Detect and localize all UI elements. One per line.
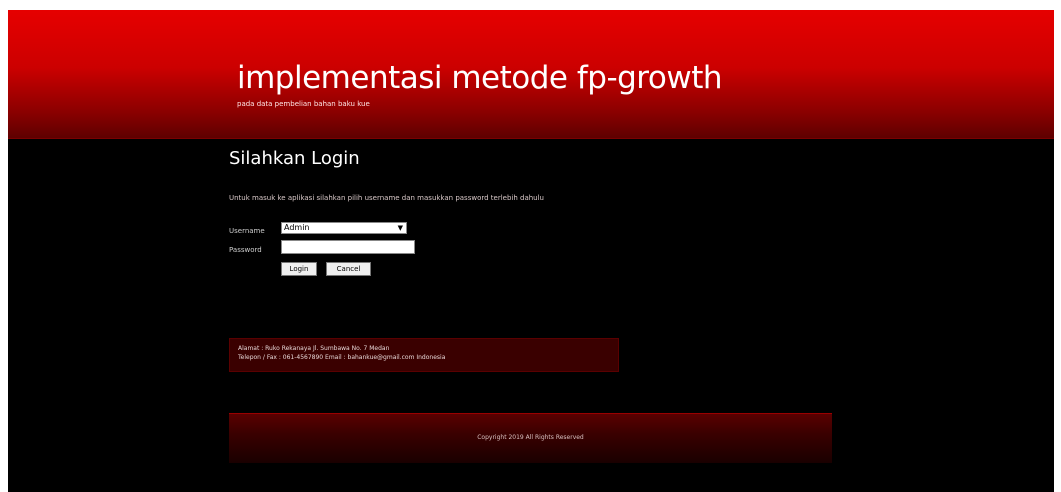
password-field[interactable] [281, 240, 415, 254]
info-address: Alamat : Ruko Rekanaya Jl. Sumbawa No. 7… [238, 345, 390, 352]
site-header: implementasi metode fp-growth pada data … [8, 10, 1054, 139]
site-footer: Copyright 2019 All Rights Reserved [229, 413, 832, 463]
chevron-down-icon: ▼ [397, 224, 403, 232]
login-button[interactable]: Login [281, 262, 317, 276]
username-label: Username [229, 227, 265, 235]
site-subtitle: pada data pembelian bahan baku kue [237, 100, 370, 108]
cancel-button[interactable]: Cancel [326, 262, 371, 276]
password-label: Password [229, 246, 262, 254]
info-box: Alamat : Ruko Rekanaya Jl. Sumbawa No. 7… [229, 338, 619, 372]
info-contact: Telepon / Fax : 061-4567890 Email : baha… [238, 354, 446, 361]
footer-copyright: Copyright 2019 All Rights Reserved [477, 434, 584, 441]
page-title: Silahkan Login [229, 148, 360, 169]
site-title: implementasi metode fp-growth [237, 60, 723, 96]
login-instructions: Untuk masuk ke aplikasi silahkan pilih u… [229, 194, 544, 202]
username-select[interactable]: Admin ▼ [281, 222, 407, 234]
username-selected-value: Admin [284, 223, 310, 232]
